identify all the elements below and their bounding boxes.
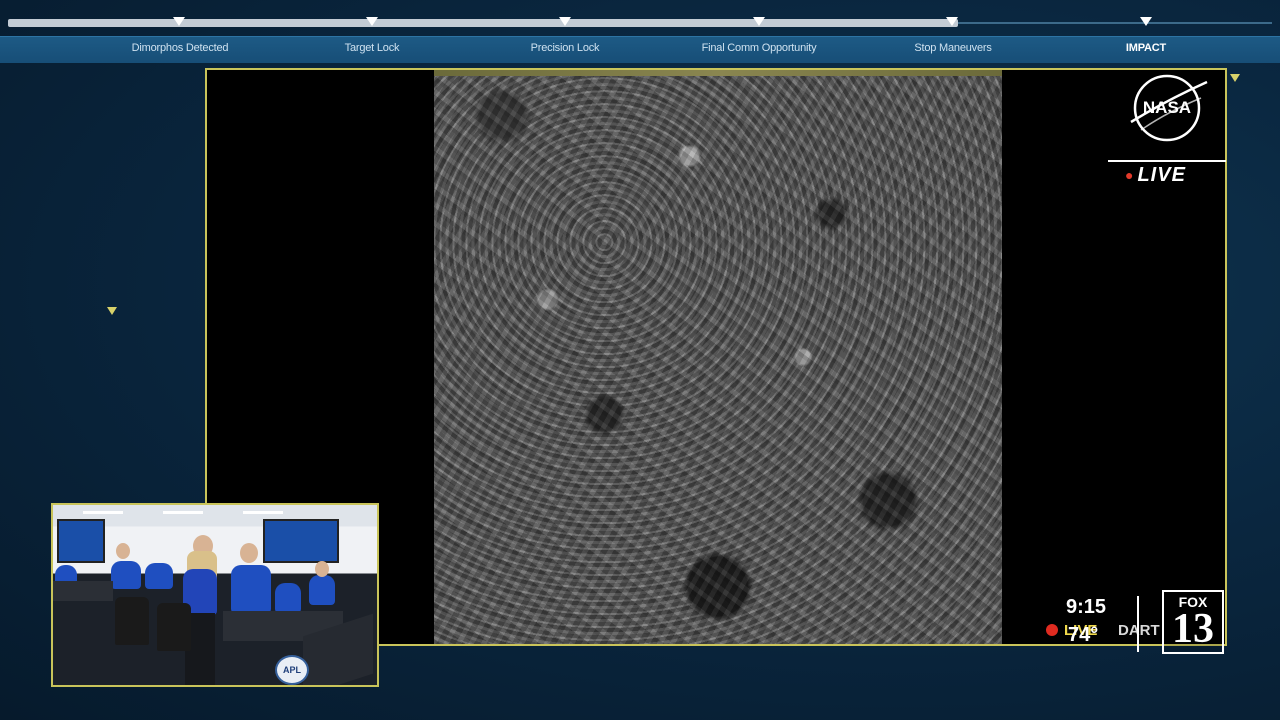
ceiling-light bbox=[243, 511, 283, 514]
timeline-marker-icon bbox=[173, 17, 185, 26]
person bbox=[231, 565, 271, 613]
person bbox=[145, 563, 173, 589]
apl-logo: APL bbox=[275, 655, 309, 685]
live-label: LIVE bbox=[1137, 163, 1186, 186]
nasa-logo-text: NASA bbox=[1143, 98, 1191, 117]
live-badge: ● LIVE bbox=[1125, 164, 1186, 186]
milestone-dimorphos-detected: Dimorphos Detected bbox=[131, 42, 229, 54]
image-edge bbox=[434, 70, 1002, 76]
fox13-logo: FOX 13 bbox=[1162, 590, 1224, 654]
bug-divider bbox=[1137, 596, 1139, 652]
timeline-marker-icon bbox=[753, 17, 765, 26]
asteroid-surface-image bbox=[434, 70, 1002, 644]
live-divider bbox=[1108, 160, 1226, 162]
person-head bbox=[240, 543, 258, 563]
corner-marker-icon bbox=[107, 307, 117, 315]
ceiling-light bbox=[163, 511, 203, 514]
wall-monitor bbox=[57, 519, 105, 563]
station-bug: 9:15 LIVE DART 74° FOX 13 bbox=[1044, 588, 1234, 658]
channel-number: 13 bbox=[1172, 606, 1214, 652]
nasa-logo-icon: NASA bbox=[1130, 74, 1208, 142]
person bbox=[309, 575, 335, 605]
milestone-precision-lock: Precision Lock bbox=[530, 42, 600, 54]
milestone-impact: IMPACT bbox=[1125, 42, 1167, 54]
mission-timeline: Dimorphos Detected Target Lock Precision… bbox=[0, 0, 1280, 63]
timeline-marker-icon bbox=[946, 17, 958, 26]
milestone-final-comm-opportunity: Final Comm Opportunity bbox=[701, 42, 817, 54]
bug-time: 9:15 bbox=[1066, 596, 1107, 618]
live-dot-icon bbox=[1046, 624, 1058, 636]
timeline-progress-track bbox=[8, 19, 958, 27]
bug-temperature: 74° bbox=[1068, 624, 1099, 646]
timeline-marker-icon bbox=[1140, 17, 1152, 26]
milestone-stop-maneuvers: Stop Maneuvers bbox=[914, 42, 992, 54]
mission-control-inset-video: APL bbox=[51, 503, 379, 687]
chair bbox=[157, 603, 191, 651]
timeline-marker-icon bbox=[366, 17, 378, 26]
person-head bbox=[315, 561, 329, 577]
wall-monitor bbox=[263, 519, 339, 563]
timeline-remaining-track bbox=[958, 22, 1272, 24]
person bbox=[111, 561, 141, 589]
live-dot-icon: ● bbox=[1125, 167, 1135, 183]
person-head bbox=[116, 543, 130, 559]
person bbox=[275, 583, 301, 613]
chair bbox=[115, 597, 149, 645]
timeline-marker-icon bbox=[559, 17, 571, 26]
ceiling-light bbox=[83, 511, 123, 514]
console-desk bbox=[53, 581, 113, 601]
milestone-target-lock: Target Lock bbox=[344, 42, 400, 54]
corner-marker-icon bbox=[1230, 74, 1240, 82]
